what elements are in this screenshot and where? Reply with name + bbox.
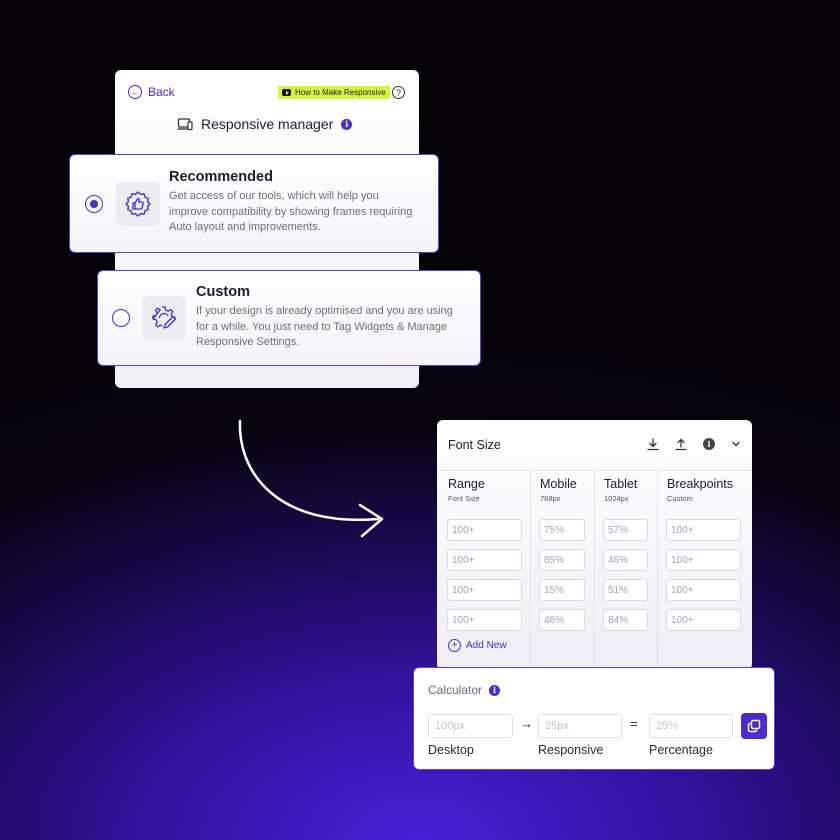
column-sub-tablet: 1024px [604, 494, 629, 503]
calculator-panel: Calculator i 100px → 25px = 25% Desktop … [413, 667, 775, 770]
mobile-input[interactable]: 85% [539, 549, 585, 571]
responsive-input[interactable]: 25px [538, 714, 622, 738]
mobile-input[interactable]: 48% [539, 609, 585, 631]
range-input[interactable]: 100+ [447, 519, 522, 541]
responsive-label: Responsive [538, 743, 604, 757]
percentage-label: Percentage [649, 743, 713, 757]
description-line: Auto layout and improvements. [169, 221, 321, 233]
radio-custom[interactable] [112, 309, 130, 327]
breakpoint-input[interactable]: 100+ [666, 549, 741, 571]
option-title: Custom [196, 284, 250, 300]
breakpoint-input[interactable]: 100+ [666, 519, 741, 541]
panel-title-text: Responsive manager [201, 116, 334, 132]
panel-title: Responsive manager i [177, 116, 353, 132]
option-description: Get access of our tools, which will help… [169, 189, 412, 236]
desktop-label: Desktop [428, 743, 474, 757]
arrow-right-icon: → [520, 716, 533, 731]
calculator-title-text: Calculator [428, 683, 483, 697]
column-header-breakpoints: Breakpoints [667, 477, 734, 491]
mobile-input[interactable]: 15% [539, 579, 585, 601]
column-divider [530, 471, 531, 670]
option-custom[interactable]: Custom If your design is already optimis… [97, 270, 481, 366]
add-new-button[interactable]: + Add New [448, 639, 507, 652]
curved-arrow-icon [238, 419, 384, 538]
range-input[interactable]: 100+ [447, 609, 522, 631]
percentage-input[interactable]: 25% [649, 714, 733, 738]
plus-icon: + [448, 639, 461, 652]
download-icon[interactable] [645, 436, 661, 452]
column-header-range: Range [448, 477, 485, 491]
desktop-input[interactable]: 100px [428, 714, 513, 738]
radio-selected-dot [90, 200, 98, 208]
copy-icon [747, 719, 761, 733]
info-icon[interactable]: i [701, 436, 717, 452]
mobile-input[interactable]: 75% [539, 519, 585, 541]
help-icon[interactable]: ? [392, 86, 405, 99]
info-icon[interactable]: i [341, 118, 353, 130]
radio-recommended[interactable] [85, 195, 103, 213]
description-line: If your design is already optimised and … [196, 305, 453, 317]
range-input[interactable]: 100+ [447, 549, 522, 571]
device-icon [177, 117, 193, 130]
back-label: Back [148, 85, 175, 99]
option-recommended[interactable]: Recommended Get access of our tools, whi… [69, 154, 439, 253]
description-line: Get access of our tools, which will help… [169, 190, 379, 202]
column-sub-range: Font Size [448, 494, 480, 503]
range-input[interactable]: 100+ [447, 579, 522, 601]
column-divider [594, 471, 595, 670]
tablet-input[interactable]: 46% [603, 549, 648, 571]
tutorial-badge[interactable]: How to Make Responsive [278, 86, 390, 99]
description-line: improve compatibility by showing frames … [169, 205, 413, 218]
description-line: for a while. You just need to Tag Widget… [196, 320, 448, 333]
column-header-tablet: Tablet [604, 477, 638, 491]
column-header-mobile: Mobile [540, 477, 577, 491]
breakpoint-input[interactable]: 100+ [666, 609, 741, 631]
breakpoint-input[interactable]: 100+ [666, 579, 741, 601]
description-line: Responsive Settings. [196, 336, 300, 348]
calculator-title: Calculator i [428, 683, 501, 697]
tablet-input[interactable]: 84% [603, 609, 648, 631]
option-title: Recommended [169, 169, 273, 185]
add-new-label: Add New [466, 640, 507, 651]
font-size-title: Font Size [448, 438, 501, 452]
tutorial-label: How to Make Responsive [295, 88, 386, 97]
column-sub-mobile: 768px [540, 494, 561, 503]
font-size-header: Font Size i [437, 420, 752, 471]
equals-sign: = [630, 716, 638, 731]
option-description: If your design is already optimised and … [196, 304, 453, 351]
chevron-down-icon[interactable] [728, 436, 744, 452]
tablet-input[interactable]: 57% [603, 519, 648, 541]
gear-edit-icon [142, 296, 186, 340]
column-divider [657, 471, 658, 670]
upload-icon[interactable] [673, 436, 689, 452]
font-size-panel: Font Size i Range Font Size 100+ 100+ 10… [437, 420, 752, 670]
thumbs-up-badge-icon [116, 182, 160, 226]
copy-button[interactable] [741, 713, 767, 739]
youtube-icon [282, 89, 291, 96]
tablet-input[interactable]: 51% [603, 579, 648, 601]
column-sub-breakpoints: Custom [667, 494, 693, 503]
back-arrow-icon: ← [128, 85, 142, 99]
back-button[interactable]: ← Back [128, 85, 175, 99]
info-icon[interactable]: i [489, 684, 501, 696]
